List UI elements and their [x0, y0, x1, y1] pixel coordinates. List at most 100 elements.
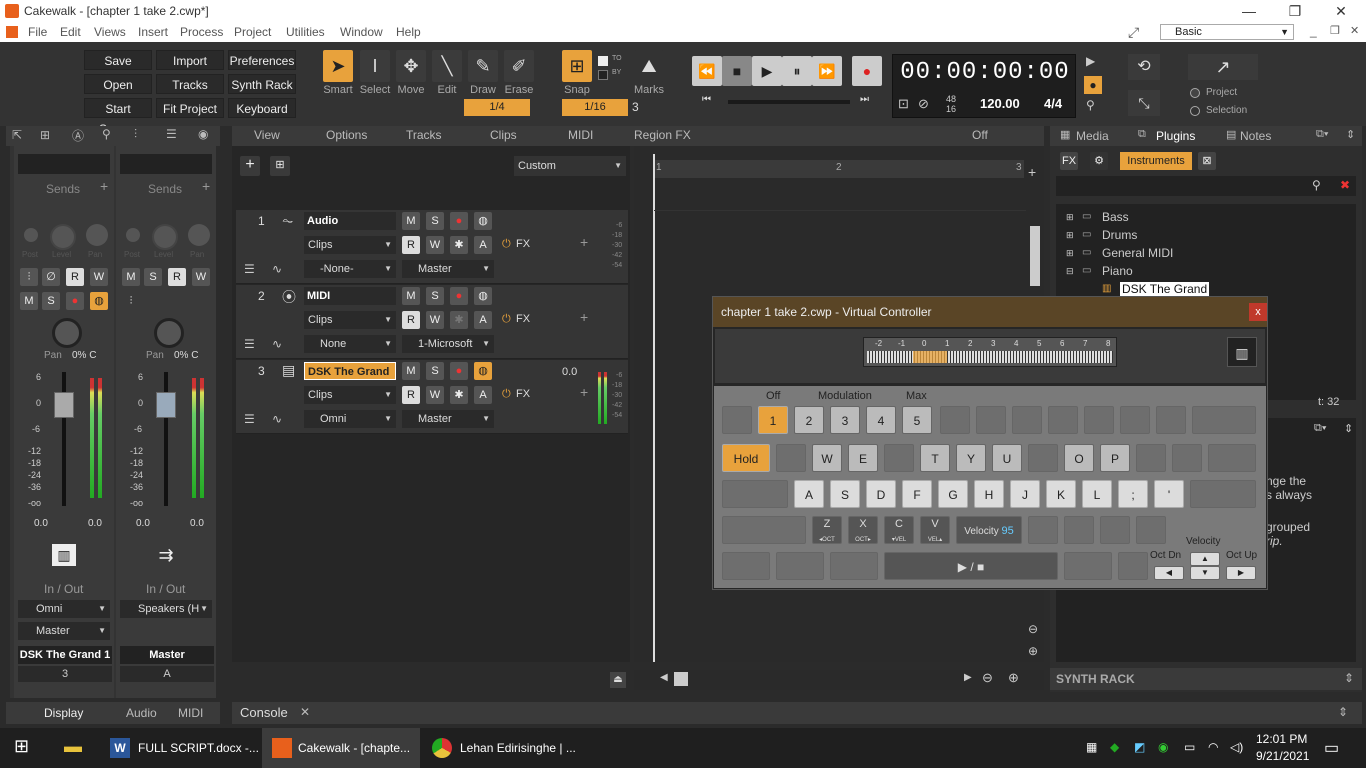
add-lane-icon[interactable]: +	[1028, 164, 1036, 180]
track-1-mute-button[interactable]: M	[402, 212, 420, 230]
strip-1-fader-handle[interactable]	[54, 392, 74, 418]
inspector-eq-icon[interactable]: ⫶	[134, 127, 137, 142]
vc-key-blank-4[interactable]	[1012, 406, 1042, 434]
smart-duration-select[interactable]: 1/4	[464, 99, 530, 116]
fit-project-button[interactable]: Fit Project	[156, 98, 224, 118]
vc-key-d[interactable]: D	[866, 480, 896, 508]
mod-key-3[interactable]: 3	[830, 406, 860, 434]
position-slider[interactable]	[728, 100, 850, 104]
minimize-button[interactable]: —	[1226, 0, 1272, 22]
tree-item-dsk-the-grand[interactable]: DSK The Grand	[1120, 282, 1210, 296]
track-3-volume-value[interactable]: 0.0	[562, 366, 577, 378]
volume-icon[interactable]: ◁)	[1230, 740, 1243, 754]
synth-rack-title[interactable]: SYNTH RACK	[1056, 672, 1135, 686]
strip-1-name[interactable]: DSK The Grand 1	[18, 646, 112, 664]
tree-item-piano[interactable]: Piano	[1102, 264, 1133, 278]
vc-key-c[interactable]: C ▾VEL	[884, 516, 914, 544]
vc-key-blank-2[interactable]	[940, 406, 970, 434]
strip-2-level-knob[interactable]	[152, 224, 178, 250]
tracks-button[interactable]: Tracks	[156, 74, 224, 94]
play-button[interactable]: ▶	[752, 56, 782, 86]
strip-1-post-knob[interactable]	[24, 228, 38, 242]
select-tool-icon[interactable]: I	[360, 50, 390, 82]
vc-key-e[interactable]: E	[848, 444, 878, 472]
inspector-tab-display[interactable]: Display	[44, 706, 83, 720]
track-3-write-button[interactable]: W	[426, 386, 444, 404]
menu-utilities[interactable]: Utilities	[286, 25, 325, 39]
trackview-menu-tracks[interactable]: Tracks	[406, 128, 442, 142]
clock-date[interactable]: 9/21/2021	[1256, 749, 1309, 763]
oct-up-button[interactable]: ▶	[1226, 566, 1256, 580]
strip-1-level-knob[interactable]	[50, 224, 76, 250]
import-button[interactable]: Import	[156, 50, 224, 70]
wifi-icon[interactable]: ◠	[1208, 740, 1218, 754]
file-explorer-icon[interactable]: ▬	[64, 736, 82, 757]
track-1-read-button[interactable]: R	[402, 236, 420, 254]
tree-expand-drums[interactable]: ⊞	[1066, 230, 1074, 241]
menu-help[interactable]: Help	[396, 25, 421, 39]
track-3-add-fx-icon[interactable]: +	[580, 384, 588, 400]
snap-resolution-select[interactable]: 1/16	[562, 99, 628, 116]
vc-key-blank-11[interactable]	[1100, 516, 1130, 544]
track-2-output-select[interactable]: 1-Microsoft	[402, 335, 494, 353]
clear-search-icon[interactable]: ✖	[1340, 178, 1350, 192]
instruments-filter-button[interactable]: Instruments	[1120, 152, 1192, 170]
track-3-automation-icon[interactable]: ∿	[272, 412, 282, 426]
meter-value[interactable]: 4/4	[1044, 96, 1062, 111]
record-button[interactable]: ●	[852, 56, 882, 86]
vc-key-blank-3[interactable]	[976, 406, 1006, 434]
track-2-fx-power-icon[interactable]: ⏻	[502, 313, 511, 326]
vc-key-ctrl-r[interactable]	[1118, 552, 1148, 580]
browser-expand-icon[interactable]: ⇕	[1346, 128, 1355, 141]
metronome-icon[interactable]: ⊡	[898, 96, 909, 112]
vc-key-backspace[interactable]	[1192, 406, 1256, 434]
open-button[interactable]: Open	[84, 74, 152, 94]
vc-key-alt-r[interactable]	[1064, 552, 1112, 580]
trackview-off-select[interactable]: Off	[972, 128, 988, 142]
strip-1-synth-icon[interactable]: ▥	[52, 544, 76, 566]
vc-key-g[interactable]: G	[938, 480, 968, 508]
strip-2-pan-knob[interactable]	[154, 318, 184, 348]
track-3-clips-select[interactable]: Clips	[304, 386, 396, 404]
strip-2-name[interactable]: Master	[120, 646, 214, 664]
console-close-icon[interactable]: ✕	[300, 705, 310, 719]
go-end-icon[interactable]: ⏭	[860, 94, 869, 105]
scroll-left-icon[interactable]: ◀	[660, 672, 668, 683]
plugins-tab-icon[interactable]: ⧉	[1138, 128, 1146, 141]
duplicate-track-icon[interactable]: ⊞	[270, 156, 290, 176]
vc-key-ctrl[interactable]	[722, 552, 770, 580]
strip-2-read-button[interactable]: R	[168, 268, 186, 286]
vc-key-i[interactable]	[1028, 444, 1058, 472]
strip-2-waveform-icon[interactable]: ⫶	[122, 292, 140, 310]
vc-key-blank-10[interactable]	[1064, 516, 1094, 544]
menu-insert[interactable]: Insert	[138, 25, 168, 39]
smart-tool-icon[interactable]: ➤	[323, 50, 353, 82]
tree-expand-general-midi[interactable]: ⊞	[1066, 248, 1074, 259]
strip-1-arm-button[interactable]: ●	[66, 292, 84, 310]
loop-play-icon[interactable]: ▶	[1086, 54, 1095, 68]
vc-key-blank-1[interactable]	[722, 406, 752, 434]
vc-key-blank-8[interactable]	[1156, 406, 1186, 434]
track-1-name[interactable]: Audio	[304, 212, 396, 230]
track-2-solo-button[interactable]: S	[426, 287, 444, 305]
track-2-automation-icon[interactable]: ∿	[272, 337, 282, 351]
expand-icon[interactable]: ⤢	[1128, 24, 1139, 41]
workspace-select[interactable]: Basic ▼	[1160, 24, 1294, 40]
velocity-down-button[interactable]: ▼	[1190, 566, 1220, 580]
strip-1-mute-button[interactable]: M	[20, 292, 38, 310]
track-1-automation-icon[interactable]: ∿	[272, 262, 282, 276]
menu-window[interactable]: Window	[340, 25, 383, 39]
mod-key-5[interactable]: 5	[902, 406, 932, 434]
mdi-close-icon[interactable]: ✕	[1350, 24, 1359, 37]
taskbar-chrome[interactable]: Lehan Edirisinghe | ...	[460, 728, 576, 768]
track-2-add-fx-icon[interactable]: +	[580, 309, 588, 325]
vc-key-blank-12[interactable]	[1136, 516, 1166, 544]
browser-tab-media[interactable]: Media	[1076, 129, 1109, 143]
track-1-arm-button[interactable]: ●	[450, 212, 468, 230]
fit-icon[interactable]: ⤡	[1128, 90, 1160, 116]
tray-icon-5[interactable]: ▭	[1184, 740, 1195, 754]
vc-key-quote[interactable]: '	[1154, 480, 1184, 508]
midi-fx-filter-icon[interactable]: ⚙	[1090, 152, 1108, 170]
strip-1-pan-knob-small[interactable]	[86, 224, 108, 246]
hold-button[interactable]: Hold	[722, 444, 770, 472]
